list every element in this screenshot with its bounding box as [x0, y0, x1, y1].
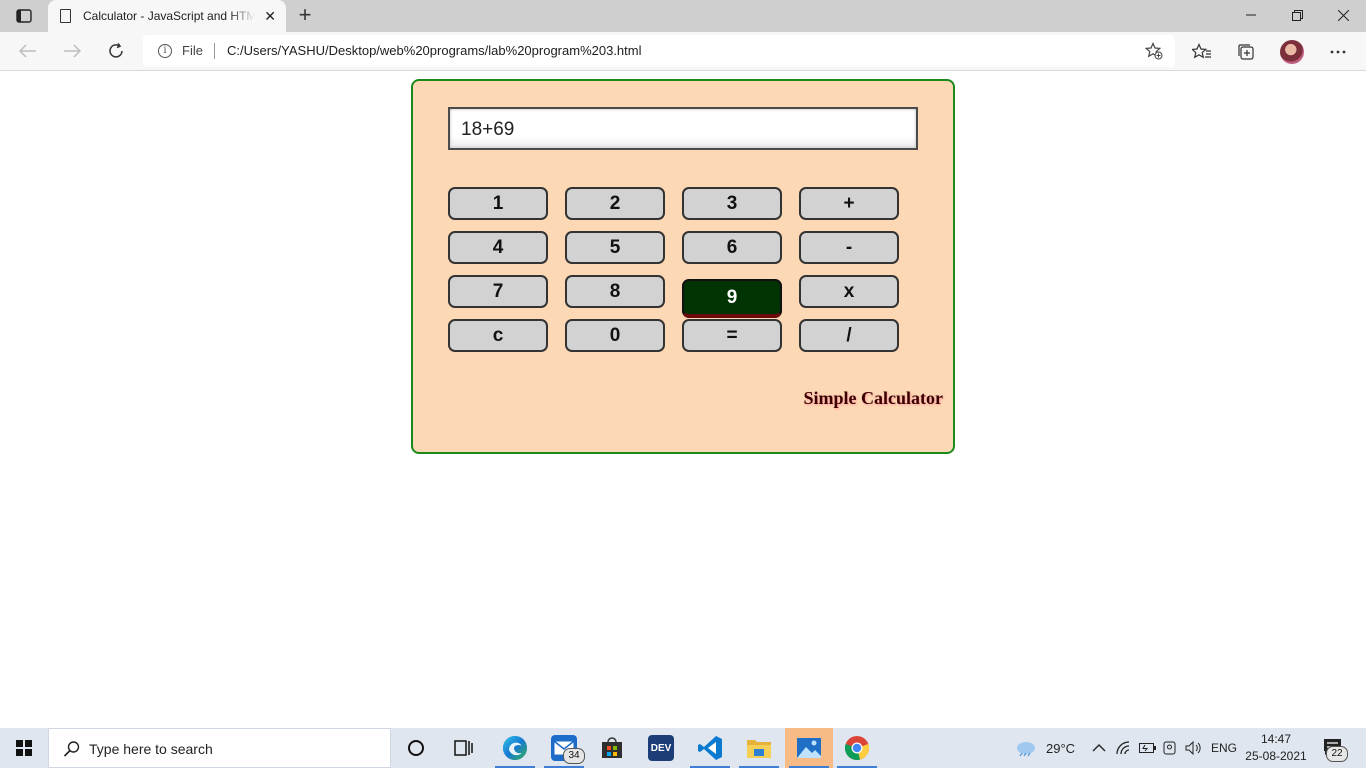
vscode-app-icon[interactable] [686, 728, 734, 768]
volume-icon[interactable] [1185, 728, 1203, 768]
edge-app-icon[interactable] [491, 728, 539, 768]
show-hidden-icons[interactable] [1092, 728, 1106, 768]
browser-toolbar: i File C:/Users/YASHU/Desktop/web%20prog… [0, 32, 1366, 71]
page-icon [60, 9, 71, 23]
key-7[interactable]: 7 [448, 275, 548, 308]
chrome-app-icon[interactable] [833, 728, 881, 768]
key-5[interactable]: 5 [565, 231, 665, 264]
tab-close-button[interactable]: ✕ [264, 8, 276, 24]
store-app-icon[interactable] [588, 728, 636, 768]
key-equals[interactable]: = [682, 319, 782, 352]
key-divide[interactable]: / [799, 319, 899, 352]
search-placeholder: Type here to search [89, 741, 213, 757]
taskbar-search[interactable]: Type here to search [48, 728, 391, 768]
key-8[interactable]: 8 [565, 275, 665, 308]
taskbar: Type here to search 34 DEV 29°C ENG 14:4… [0, 728, 1366, 768]
calculator-title: Simple Calculator [803, 388, 944, 408]
collections-icon[interactable] [1235, 41, 1257, 63]
key-multiply[interactable]: x [799, 275, 899, 308]
restore-button[interactable] [1274, 0, 1320, 30]
key-6[interactable]: 6 [682, 231, 782, 264]
back-arrow-icon[interactable] [16, 39, 40, 63]
file-explorer-icon[interactable] [735, 728, 783, 768]
task-view-icon[interactable] [440, 728, 488, 768]
favorites-icon[interactable] [1191, 41, 1213, 63]
file-label: File [182, 43, 203, 58]
weather-widget[interactable]: 29°C [1014, 728, 1075, 768]
key-minus[interactable]: - [799, 231, 899, 264]
cortana-icon[interactable] [392, 728, 440, 768]
key-0[interactable]: 0 [565, 319, 665, 352]
url-text[interactable]: C:/Users/YASHU/Desktop/web%20programs/la… [227, 43, 642, 58]
windows-logo-icon [16, 740, 32, 756]
tab-title: Calculator - JavaScript and HTML [83, 9, 255, 23]
refresh-icon[interactable] [104, 39, 128, 63]
mail-app-icon[interactable]: 34 [540, 728, 588, 768]
calculator-panel: 18+69 1 2 3 + 4 5 6 - 7 8 9 x c 0 = / Si… [411, 79, 955, 454]
clock-date: 25-08-2021 [1245, 749, 1307, 763]
display-value: 18+69 [461, 119, 515, 140]
mail-badge: 34 [563, 748, 585, 764]
chevron-up-icon [1092, 744, 1106, 752]
start-button[interactable] [0, 728, 48, 768]
weather-icon [1017, 742, 1035, 757]
info-icon[interactable]: i [158, 44, 172, 58]
key-plus[interactable]: + [799, 187, 899, 220]
meet-now-icon[interactable] [1163, 728, 1179, 768]
clock[interactable]: 14:47 25-08-2021 [1240, 731, 1312, 765]
browser-title-bar: Calculator - JavaScript and HTML ✕ + [0, 0, 1366, 32]
more-icon[interactable] [1327, 41, 1349, 63]
key-9[interactable]: 9 [682, 279, 782, 318]
close-window-button[interactable] [1320, 0, 1366, 30]
forward-arrow-icon[interactable] [60, 39, 84, 63]
network-icon[interactable] [1116, 728, 1132, 768]
notification-center-icon[interactable]: 22 [1322, 736, 1348, 762]
dev-app-icon[interactable]: DEV [637, 728, 685, 768]
photos-app-icon[interactable] [785, 728, 833, 768]
temperature: 29°C [1046, 740, 1076, 756]
address-bar[interactable]: i File C:/Users/YASHU/Desktop/web%20prog… [143, 35, 1175, 67]
add-favorite-icon[interactable] [1144, 42, 1163, 65]
key-clear[interactable]: c [448, 319, 548, 352]
key-2[interactable]: 2 [565, 187, 665, 220]
new-tab-button[interactable]: + [294, 4, 316, 26]
key-1[interactable]: 1 [448, 187, 548, 220]
browser-tab[interactable]: Calculator - JavaScript and HTML ✕ [48, 0, 286, 32]
profile-avatar[interactable] [1280, 40, 1304, 64]
key-4[interactable]: 4 [448, 231, 548, 264]
calculator-display[interactable]: 18+69 [448, 107, 918, 150]
dev-icon: DEV [648, 735, 674, 761]
clock-time: 14:47 [1260, 732, 1292, 746]
key-3[interactable]: 3 [682, 187, 782, 220]
address-separator [214, 43, 215, 59]
minimize-button[interactable] [1228, 0, 1274, 30]
tab-actions-icon[interactable] [8, 5, 40, 27]
battery-icon[interactable] [1139, 728, 1157, 768]
notification-badge: 22 [1326, 746, 1348, 762]
language-indicator[interactable]: ENG [1211, 728, 1237, 768]
search-icon [63, 740, 81, 763]
